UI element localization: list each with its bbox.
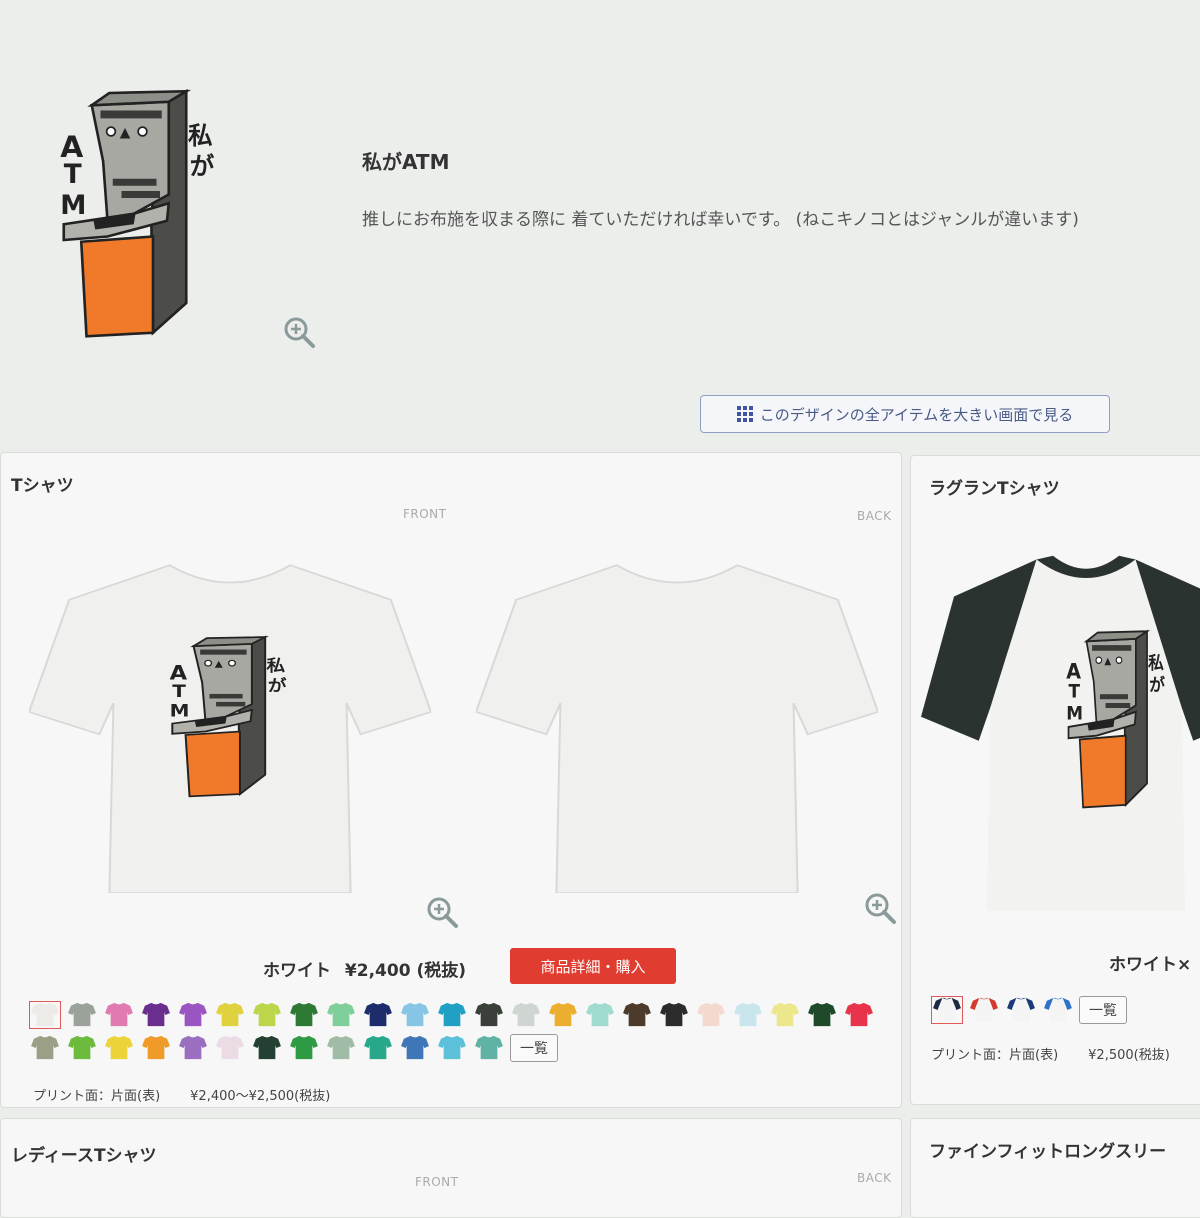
product-panel-raglan: ラグランTシャツ ホワイト× 一覧 プリント面：片面(表) ¥2,500(税抜) [910, 455, 1200, 1105]
price-range: ¥2,400〜¥2,500(税抜) [190, 1089, 331, 1104]
grid-icon [736, 406, 753, 422]
color-swatch[interactable] [695, 1001, 727, 1029]
color-swatch[interactable] [288, 1034, 320, 1062]
color-swatch[interactable] [436, 1034, 468, 1062]
list-button[interactable]: 一覧 [1079, 996, 1127, 1024]
print-face: プリント面：片面(表) [931, 1048, 1059, 1063]
color-swatch[interactable] [103, 1001, 135, 1029]
color-swatch[interactable] [968, 996, 1000, 1024]
color-price: ホワイト× [1109, 950, 1191, 975]
buy-button[interactable]: 商品詳細・購入 [510, 948, 676, 984]
zoom-icon[interactable] [425, 895, 459, 929]
color-swatch[interactable] [473, 1001, 505, 1029]
view-all-items-button[interactable]: このデザインの全アイテムを大きい画面で見る [700, 395, 1110, 433]
color-swatch[interactable] [658, 1001, 690, 1029]
color-swatch[interactable] [214, 1034, 246, 1062]
zoom-icon[interactable] [282, 315, 316, 349]
product-title: ラグランTシャツ [929, 479, 1060, 499]
color-swatch[interactable] [473, 1034, 505, 1062]
back-label: BACK [857, 509, 892, 523]
product-panel-tshirt: Tシャツ FRONT BACK ホワイト ¥2,400 (税抜) 商品詳細・購入… [0, 452, 902, 1108]
color-swatch[interactable] [806, 1001, 838, 1029]
tshirt-back-image[interactable] [476, 548, 878, 893]
color-swatch[interactable] [436, 1001, 468, 1029]
color-swatch[interactable] [584, 1001, 616, 1029]
color-name: ホワイト [263, 961, 331, 981]
product-panel-ladies-tshirt: レディースTシャツ FRONT BACK [0, 1118, 902, 1218]
color-swatch[interactable] [732, 1001, 764, 1029]
color-swatch[interactable] [510, 1001, 542, 1029]
tshirt-front-image[interactable] [29, 548, 431, 893]
view-all-label: このデザインの全アイテムを大きい画面で見る [759, 405, 1074, 424]
color-swatch[interactable] [214, 1001, 246, 1029]
color-swatch[interactable] [29, 1001, 61, 1029]
color-swatch[interactable] [325, 1034, 357, 1062]
color-swatch[interactable] [621, 1001, 653, 1029]
product-title: Tシャツ [11, 476, 74, 496]
color-swatch[interactable] [251, 1001, 283, 1029]
front-label: FRONT [403, 507, 447, 521]
raglan-front-image[interactable] [921, 541, 1200, 911]
color-swatch[interactable] [362, 1001, 394, 1029]
color-price: ホワイト ¥2,400 (税抜) [263, 956, 466, 981]
color-swatch[interactable] [177, 1034, 209, 1062]
color-swatch[interactable] [399, 1001, 431, 1029]
front-label: FRONT [415, 1175, 459, 1189]
product-title: ファインフィットロングスリー [929, 1142, 1167, 1162]
color-swatch[interactable] [547, 1001, 579, 1029]
price: ¥2,500(税抜) [1088, 1048, 1170, 1063]
color-swatch[interactable] [288, 1001, 320, 1029]
design-art [58, 89, 217, 338]
design-title: 私がATM [362, 150, 450, 174]
color-swatch[interactable] [103, 1034, 135, 1062]
color-swatch[interactable] [140, 1034, 172, 1062]
color-swatch[interactable] [66, 1034, 98, 1062]
color-swatch[interactable] [769, 1001, 801, 1029]
color-swatch[interactable] [362, 1034, 394, 1062]
color-swatch[interactable] [399, 1034, 431, 1062]
color-swatch[interactable] [66, 1001, 98, 1029]
color-swatch[interactable] [140, 1001, 172, 1029]
product-panel-finefit: ファインフィットロングスリー [910, 1118, 1200, 1218]
color-swatch[interactable] [177, 1001, 209, 1029]
zoom-icon[interactable] [863, 891, 897, 925]
color-swatch[interactable] [251, 1034, 283, 1062]
print-face: プリント面：片面(表) [33, 1089, 161, 1104]
print-info: プリント面：片面(表) ¥2,500(税抜) [931, 1044, 1170, 1063]
color-swatches: 一覧 [29, 1001, 899, 1062]
color-swatch[interactable] [29, 1034, 61, 1062]
price: ¥2,400 (税抜) [344, 961, 466, 981]
color-swatch[interactable] [325, 1001, 357, 1029]
color-swatches: 一覧 [931, 996, 1200, 1024]
color-swatch[interactable] [843, 1001, 875, 1029]
design-description: 推しにお布施を収まる際に 着ていただければ幸いです。 (ねこキノコとはジャンルが… [362, 210, 1079, 230]
color-name: ホワイト× [1109, 955, 1192, 975]
product-title: レディースTシャツ [11, 1146, 157, 1166]
list-button[interactable]: 一覧 [510, 1034, 558, 1062]
color-swatch[interactable] [1042, 996, 1074, 1024]
color-swatch[interactable] [1005, 996, 1037, 1024]
back-label: BACK [857, 1171, 892, 1185]
print-info: プリント面：片面(表) ¥2,400〜¥2,500(税抜) [33, 1085, 330, 1104]
color-swatch[interactable] [931, 996, 963, 1024]
